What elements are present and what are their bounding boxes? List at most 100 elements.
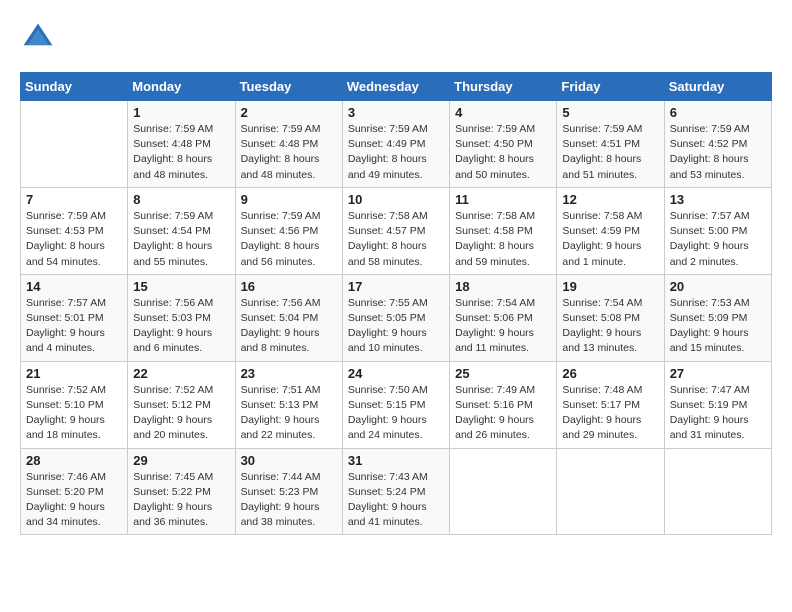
day-number: 8: [133, 192, 229, 207]
day-info: Sunrise: 7:47 AM Sunset: 5:19 PM Dayligh…: [670, 383, 766, 444]
day-info: Sunrise: 7:51 AM Sunset: 5:13 PM Dayligh…: [241, 383, 337, 444]
day-info: Sunrise: 7:50 AM Sunset: 5:15 PM Dayligh…: [348, 383, 444, 444]
weekday-header: Tuesday: [235, 73, 342, 101]
day-info: Sunrise: 7:43 AM Sunset: 5:24 PM Dayligh…: [348, 470, 444, 531]
calendar-cell: 2Sunrise: 7:59 AM Sunset: 4:48 PM Daylig…: [235, 101, 342, 188]
calendar-cell: [664, 448, 771, 535]
page-header: [20, 20, 772, 56]
calendar-cell: 18 Sunrise: 7:54 AM Sunset: 5:06 PM Dayli…: [450, 274, 557, 361]
day-number: 17: [348, 279, 444, 294]
day-number: 5: [562, 105, 658, 120]
logo-icon: [20, 20, 56, 56]
calendar-cell: 6 Sunrise: 7:59 AM Sunset: 4:52 PM Daylig…: [664, 101, 771, 188]
calendar-cell: 5Sunrise: 7:59 AM Sunset: 4:51 PM Daylig…: [557, 101, 664, 188]
day-number: 31: [348, 453, 444, 468]
calendar-cell: 24Sunrise: 7:50 AM Sunset: 5:15 PM Dayli…: [342, 361, 449, 448]
day-number: 1: [133, 105, 229, 120]
calendar-week-row: 1 Sunrise: 7:59 AM Sunset: 4:48 PM Daylig…: [21, 101, 772, 188]
day-info: Sunrise: 7:53 AM Sunset: 5:09 PM Dayligh…: [670, 296, 766, 357]
calendar-cell: 7Sunrise: 7:59 AM Sunset: 4:53 PM Daylig…: [21, 187, 128, 274]
calendar-cell: 30 Sunrise: 7:44 AM Sunset: 5:23 PM Dayli…: [235, 448, 342, 535]
day-number: 22: [133, 366, 229, 381]
day-number: 20: [670, 279, 766, 294]
calendar-cell: 12 Sunrise: 7:58 AM Sunset: 4:59 PM Dayli…: [557, 187, 664, 274]
calendar-cell: 9 Sunrise: 7:59 AM Sunset: 4:56 PM Daylig…: [235, 187, 342, 274]
day-number: 23: [241, 366, 337, 381]
day-number: 11: [455, 192, 551, 207]
day-info: Sunrise: 7:57 AM Sunset: 5:01 PM Dayligh…: [26, 296, 122, 357]
day-info: Sunrise: 7:59 AM Sunset: 4:56 PM Dayligh…: [241, 209, 337, 270]
calendar-week-row: 21 Sunrise: 7:52 AM Sunset: 5:10 PM Dayli…: [21, 361, 772, 448]
day-info: Sunrise: 7:54 AM Sunset: 5:08 PM Dayligh…: [562, 296, 658, 357]
calendar-cell: 16 Sunrise: 7:56 AM Sunset: 5:04 PM Dayli…: [235, 274, 342, 361]
calendar-cell: 8 Sunrise: 7:59 AM Sunset: 4:54 PM Daylig…: [128, 187, 235, 274]
day-info: Sunrise: 7:59 AM Sunset: 4:50 PM Dayligh…: [455, 122, 551, 183]
logo: [20, 20, 62, 56]
day-number: 19: [562, 279, 658, 294]
calendar-cell: 26 Sunrise: 7:48 AM Sunset: 5:17 PM Dayli…: [557, 361, 664, 448]
day-number: 27: [670, 366, 766, 381]
calendar-table: SundayMondayTuesdayWednesdayThursdayFrid…: [20, 72, 772, 535]
weekday-header: Friday: [557, 73, 664, 101]
header-row: SundayMondayTuesdayWednesdayThursdayFrid…: [21, 73, 772, 101]
day-info: Sunrise: 7:52 AM Sunset: 5:10 PM Dayligh…: [26, 383, 122, 444]
day-info: Sunrise: 7:45 AM Sunset: 5:22 PM Dayligh…: [133, 470, 229, 531]
calendar-week-row: 28Sunrise: 7:46 AM Sunset: 5:20 PM Dayli…: [21, 448, 772, 535]
weekday-header: Saturday: [664, 73, 771, 101]
day-number: 14: [26, 279, 122, 294]
day-info: Sunrise: 7:59 AM Sunset: 4:53 PM Dayligh…: [26, 209, 122, 270]
weekday-header: Sunday: [21, 73, 128, 101]
day-info: Sunrise: 7:57 AM Sunset: 5:00 PM Dayligh…: [670, 209, 766, 270]
day-number: 30: [241, 453, 337, 468]
day-info: Sunrise: 7:48 AM Sunset: 5:17 PM Dayligh…: [562, 383, 658, 444]
day-info: Sunrise: 7:54 AM Sunset: 5:06 PM Dayligh…: [455, 296, 551, 357]
calendar-cell: 14 Sunrise: 7:57 AM Sunset: 5:01 PM Dayli…: [21, 274, 128, 361]
day-number: 6: [670, 105, 766, 120]
day-number: 26: [562, 366, 658, 381]
day-number: 16: [241, 279, 337, 294]
day-info: Sunrise: 7:59 AM Sunset: 4:48 PM Dayligh…: [133, 122, 229, 183]
weekday-header: Monday: [128, 73, 235, 101]
weekday-header: Wednesday: [342, 73, 449, 101]
calendar-cell: 25 Sunrise: 7:49 AM Sunset: 5:16 PM Dayli…: [450, 361, 557, 448]
day-number: 9: [241, 192, 337, 207]
calendar-cell: [557, 448, 664, 535]
day-number: 29: [133, 453, 229, 468]
day-info: Sunrise: 7:59 AM Sunset: 4:52 PM Dayligh…: [670, 122, 766, 183]
calendar-cell: 11 Sunrise: 7:58 AM Sunset: 4:58 PM Dayli…: [450, 187, 557, 274]
day-info: Sunrise: 7:56 AM Sunset: 5:04 PM Dayligh…: [241, 296, 337, 357]
calendar-cell: 21 Sunrise: 7:52 AM Sunset: 5:10 PM Dayli…: [21, 361, 128, 448]
weekday-header: Thursday: [450, 73, 557, 101]
day-number: 4: [455, 105, 551, 120]
day-info: Sunrise: 7:58 AM Sunset: 4:57 PM Dayligh…: [348, 209, 444, 270]
calendar-cell: 19 Sunrise: 7:54 AM Sunset: 5:08 PM Dayli…: [557, 274, 664, 361]
day-number: 15: [133, 279, 229, 294]
calendar-cell: 17Sunrise: 7:55 AM Sunset: 5:05 PM Dayli…: [342, 274, 449, 361]
day-number: 3: [348, 105, 444, 120]
calendar-week-row: 14 Sunrise: 7:57 AM Sunset: 5:01 PM Dayli…: [21, 274, 772, 361]
day-number: 18: [455, 279, 551, 294]
day-number: 21: [26, 366, 122, 381]
calendar-cell: 22 Sunrise: 7:52 AM Sunset: 5:12 PM Dayli…: [128, 361, 235, 448]
day-info: Sunrise: 7:44 AM Sunset: 5:23 PM Dayligh…: [241, 470, 337, 531]
calendar-cell: 13 Sunrise: 7:57 AM Sunset: 5:00 PM Dayli…: [664, 187, 771, 274]
calendar-cell: 3Sunrise: 7:59 AM Sunset: 4:49 PM Daylig…: [342, 101, 449, 188]
calendar-cell: [21, 101, 128, 188]
day-number: 13: [670, 192, 766, 207]
calendar-cell: 4 Sunrise: 7:59 AM Sunset: 4:50 PM Daylig…: [450, 101, 557, 188]
day-number: 12: [562, 192, 658, 207]
day-info: Sunrise: 7:59 AM Sunset: 4:54 PM Dayligh…: [133, 209, 229, 270]
day-info: Sunrise: 7:49 AM Sunset: 5:16 PM Dayligh…: [455, 383, 551, 444]
day-info: Sunrise: 7:46 AM Sunset: 5:20 PM Dayligh…: [26, 470, 122, 531]
calendar-week-row: 7Sunrise: 7:59 AM Sunset: 4:53 PM Daylig…: [21, 187, 772, 274]
calendar-cell: 27 Sunrise: 7:47 AM Sunset: 5:19 PM Dayli…: [664, 361, 771, 448]
calendar-cell: [450, 448, 557, 535]
day-info: Sunrise: 7:58 AM Sunset: 4:59 PM Dayligh…: [562, 209, 658, 270]
calendar-cell: 31 Sunrise: 7:43 AM Sunset: 5:24 PM Dayli…: [342, 448, 449, 535]
calendar-cell: 15Sunrise: 7:56 AM Sunset: 5:03 PM Dayli…: [128, 274, 235, 361]
day-number: 10: [348, 192, 444, 207]
day-info: Sunrise: 7:52 AM Sunset: 5:12 PM Dayligh…: [133, 383, 229, 444]
calendar-cell: 29 Sunrise: 7:45 AM Sunset: 5:22 PM Dayli…: [128, 448, 235, 535]
day-number: 25: [455, 366, 551, 381]
day-info: Sunrise: 7:58 AM Sunset: 4:58 PM Dayligh…: [455, 209, 551, 270]
